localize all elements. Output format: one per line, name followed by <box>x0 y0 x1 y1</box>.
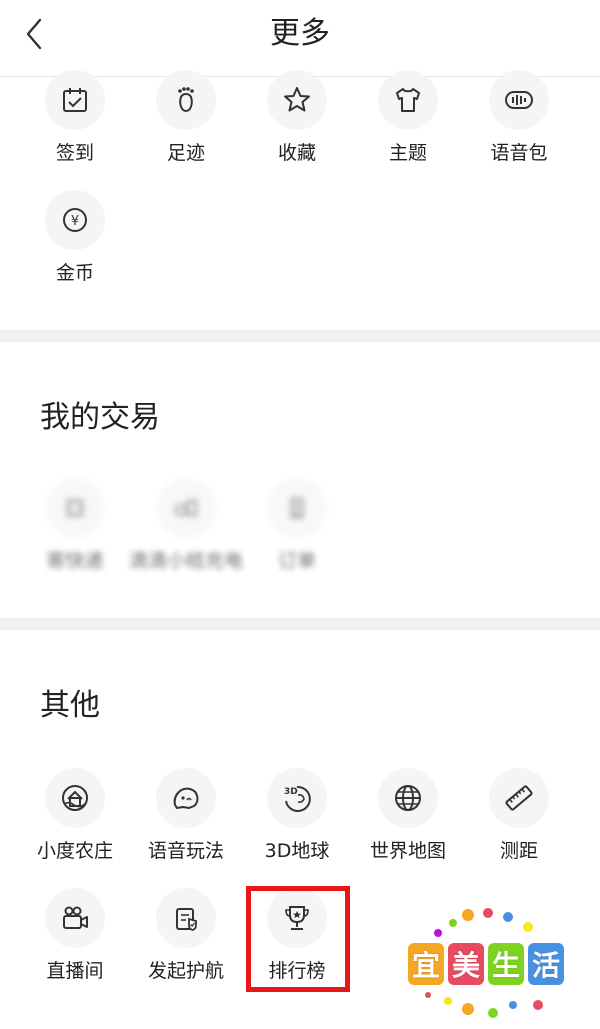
section-title-other: 其他 <box>40 688 100 723</box>
ruler-icon <box>489 768 549 828</box>
grid-item-coins[interactable]: ¥ 金币 <box>20 190 130 300</box>
voice-wave-icon <box>489 70 549 130</box>
grid-item-checkin[interactable]: 签到 <box>20 70 130 180</box>
section-divider <box>0 618 600 630</box>
top-bar: 更多 <box>0 0 600 77</box>
section-title-trade: 我的交易 <box>40 400 160 435</box>
other-item-escort[interactable]: 发起护航 <box>131 888 241 998</box>
watermark-char: 活 <box>528 943 564 985</box>
other-item-world-map[interactable]: 世界地图 <box>353 768 463 878</box>
voice-play-icon <box>156 768 216 828</box>
blurred-icon <box>45 478 105 538</box>
highlight-box <box>246 886 350 992</box>
globe-icon <box>378 768 438 828</box>
tshirt-icon <box>378 70 438 130</box>
trade-item-express[interactable]: 寄快递 <box>20 478 130 588</box>
grid-item-label: 订单 <box>277 550 316 572</box>
calendar-check-icon <box>45 70 105 130</box>
grid-item-voice-pack[interactable]: 语音包 <box>464 70 574 180</box>
grid-item-favorites[interactable]: 收藏 <box>242 70 352 180</box>
trade-item-charging[interactable]: 滴滴小桔充电 <box>129 478 243 588</box>
grid-item-theme[interactable]: 主题 <box>353 70 463 180</box>
other-item-earth-3d[interactable]: 3D 3D地球 <box>242 768 352 878</box>
page-title: 更多 <box>270 16 330 51</box>
earth-3d-icon: 3D <box>267 768 327 828</box>
grid-item-label: 金币 <box>55 262 94 284</box>
other-item-ruler[interactable]: 测距 <box>464 768 574 878</box>
footprint-icon <box>156 70 216 130</box>
live-camera-icon <box>45 888 105 948</box>
watermark-logo: 宜 美 生 活 <box>408 905 568 1025</box>
other-item-voice-play[interactable]: 语音玩法 <box>131 768 241 878</box>
farm-house-icon <box>45 768 105 828</box>
coin-icon: ¥ <box>45 190 105 250</box>
other-item-live[interactable]: 直播间 <box>20 888 130 998</box>
watermark-char: 美 <box>448 943 484 985</box>
section-divider <box>0 330 600 342</box>
other-item-farm[interactable]: 小度农庄 <box>20 768 130 878</box>
grid-item-label: 语音包 <box>490 142 548 164</box>
blurred-icon <box>267 478 327 538</box>
svg-text:3D: 3D <box>284 787 298 797</box>
grid-item-footprint[interactable]: 足迹 <box>131 70 241 180</box>
watermark-char: 宜 <box>408 943 444 985</box>
svg-text:¥: ¥ <box>71 214 79 229</box>
star-icon <box>267 70 327 130</box>
escort-icon <box>156 888 216 948</box>
watermark-text: 宜 美 生 活 <box>408 943 564 985</box>
watermark-char: 生 <box>488 943 524 985</box>
trade-item-orders[interactable]: 订单 <box>242 478 352 588</box>
blurred-icon <box>156 478 216 538</box>
grid-item-label: 测距 <box>499 840 538 862</box>
